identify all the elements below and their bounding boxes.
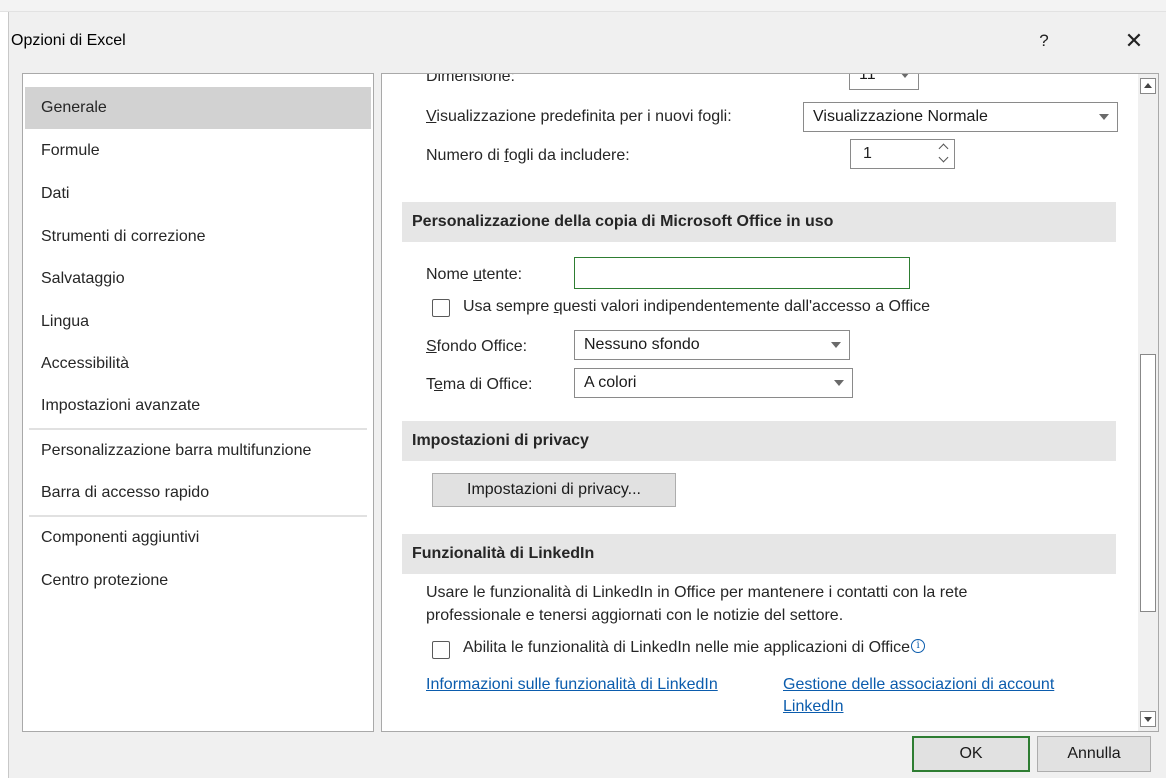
sheet-count-value: 1: [863, 145, 872, 162]
linkedin-description-line1: Usare le funzionalità di LinkedIn in Off…: [426, 584, 968, 601]
nav-item-strumenti-correzione[interactable]: Strumenti di correzione: [25, 216, 371, 258]
excel-options-dialog: Opzioni di Excel ? ✕ Generale Formule Da…: [8, 12, 1166, 778]
chevron-down-icon: [938, 152, 949, 163]
default-view-value: Visualizzazione Normale: [813, 108, 988, 125]
spinner-arrows[interactable]: [938, 143, 950, 165]
nav-item-personalizzazione-barra[interactable]: Personalizzazione barra multifunzione: [25, 430, 371, 472]
options-category-list: Generale Formule Dati Strumenti di corre…: [22, 73, 374, 732]
scroll-up-button[interactable]: [1140, 78, 1156, 94]
office-theme-combo[interactable]: A colori: [574, 368, 853, 398]
section-header-linkedin: Funzionalità di LinkedIn: [402, 534, 1116, 574]
help-button[interactable]: ?: [1029, 26, 1059, 56]
nav-item-formule[interactable]: Formule: [25, 130, 371, 172]
options-content-panel: Dimensione: 11 Visualizzazione predefini…: [381, 73, 1159, 732]
font-size-value: 11: [859, 73, 876, 83]
scroll-down-button[interactable]: [1140, 711, 1156, 727]
office-background-value: Nessuno sfondo: [584, 336, 700, 353]
enable-linkedin-text: Abilita le funzionalità di LinkedIn nell…: [463, 639, 911, 656]
section-header-personalize: Personalizzazione della copia di Microso…: [402, 202, 1116, 242]
office-theme-value: A colori: [584, 374, 637, 391]
nav-item-impostazioni-avanzate[interactable]: Impostazioni avanzate: [25, 385, 371, 427]
background-label: Sfondo Office:: [426, 338, 528, 355]
nav-item-salvataggio[interactable]: Salvataggio: [25, 258, 371, 300]
nav-item-barra-accesso-rapido[interactable]: Barra di accesso rapido: [25, 472, 371, 514]
username-input[interactable]: [574, 257, 910, 289]
nav-item-generale[interactable]: Generale: [25, 87, 371, 129]
theme-label: Tema di Office:: [426, 376, 533, 393]
nav-item-accessibilita[interactable]: Accessibilità: [25, 343, 371, 385]
username-label: Nome utente:: [426, 266, 523, 283]
chevron-down-icon: [1099, 114, 1109, 120]
nav-item-centro-protezione[interactable]: Centro protezione: [25, 560, 371, 602]
info-icon[interactable]: i: [911, 639, 926, 653]
vertical-scrollbar[interactable]: [1138, 74, 1158, 731]
office-background-combo[interactable]: Nessuno sfondo: [574, 330, 850, 360]
always-use-label: Usa sempre questi valori indipendentemen…: [463, 298, 931, 315]
enable-linkedin-checkbox[interactable]: [432, 641, 450, 659]
enable-linkedin-label: Abilita le funzionalità di LinkedIn nell…: [463, 639, 926, 657]
section-header-privacy: Impostazioni di privacy: [402, 421, 1116, 461]
title-bar: Opzioni di Excel ? ✕: [9, 12, 1159, 68]
background-window-strip: [0, 0, 1166, 12]
chevron-down-icon: [900, 74, 910, 78]
privacy-settings-button[interactable]: Impostazioni di privacy...: [432, 473, 676, 507]
font-size-label: Dimensione:: [426, 73, 515, 85]
linkedin-manage-accounts-link[interactable]: Gestione delle associazioni di account L…: [783, 674, 1113, 718]
sheet-count-label: Numero di fogli da includere:: [426, 147, 630, 164]
sheet-count-spinner[interactable]: 1: [850, 139, 955, 169]
close-button[interactable]: ✕: [1119, 26, 1149, 56]
triangle-down-icon: [1144, 717, 1152, 722]
triangle-up-icon: [1144, 83, 1152, 88]
cancel-button[interactable]: Annulla: [1037, 736, 1151, 772]
linkedin-about-link[interactable]: Informazioni sulle funzionalità di Linke…: [426, 674, 726, 696]
always-use-checkbox[interactable]: [432, 299, 450, 317]
ok-button[interactable]: OK: [912, 736, 1030, 772]
chevron-down-icon: [831, 342, 841, 348]
nav-item-dati[interactable]: Dati: [25, 173, 371, 215]
default-view-label: Visualizzazione predefinita per i nuovi …: [426, 108, 732, 125]
nav-item-lingua[interactable]: Lingua: [25, 301, 371, 343]
close-icon: ✕: [1124, 28, 1144, 53]
chevron-down-icon: [834, 380, 844, 386]
dialog-title: Opzioni di Excel: [11, 32, 126, 49]
default-view-combo[interactable]: Visualizzazione Normale: [803, 102, 1118, 132]
linkedin-description-line2: professionale e tenersi aggiornati con l…: [426, 607, 844, 624]
nav-item-componenti-aggiuntivi[interactable]: Componenti aggiuntivi: [25, 517, 371, 559]
scrollbar-thumb[interactable]: [1140, 354, 1156, 612]
font-size-combo[interactable]: 11: [849, 73, 919, 90]
